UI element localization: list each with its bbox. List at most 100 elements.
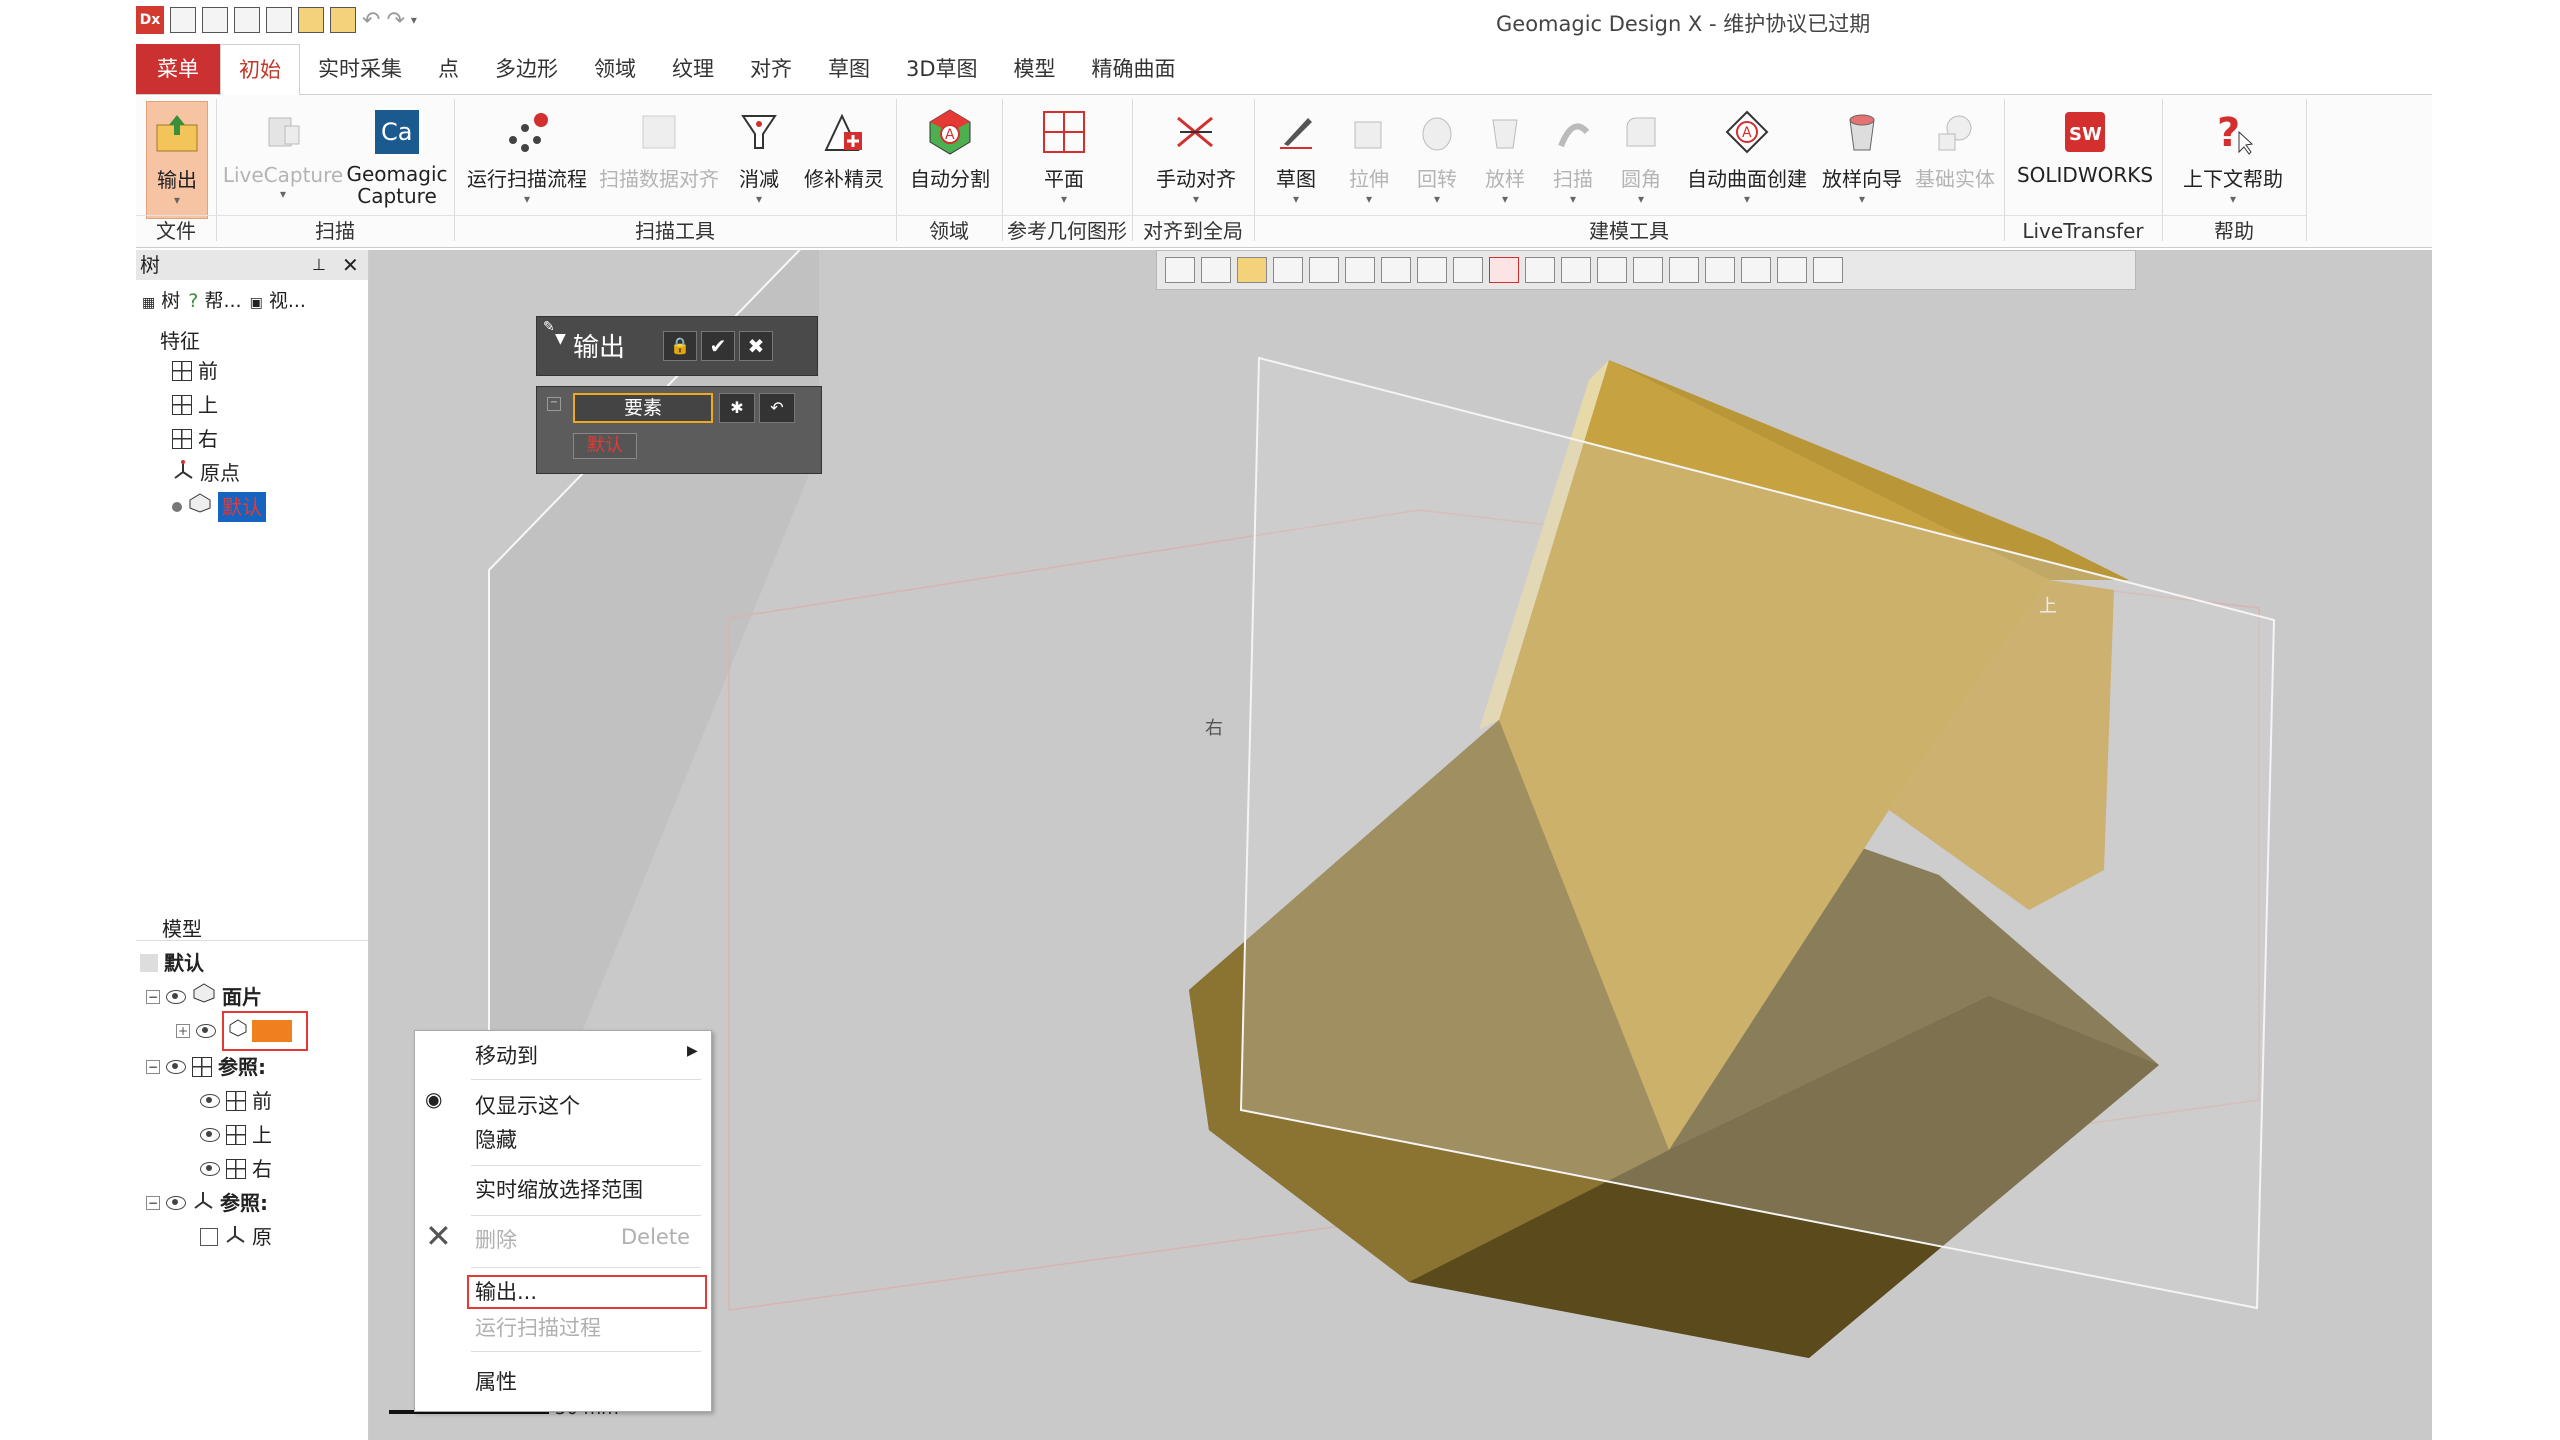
view-cube-icon[interactable] — [1201, 257, 1231, 283]
tab-exact-surface[interactable]: 精确曲面 — [1074, 44, 1194, 94]
tab-model[interactable]: 模型 — [996, 44, 1074, 94]
polygon-select-icon[interactable] — [1561, 257, 1591, 283]
section-view-icon[interactable] — [1273, 257, 1303, 283]
filter-select-icon[interactable] — [1777, 257, 1807, 283]
revolve-button[interactable]: 回转 ▾ — [1404, 101, 1470, 219]
tab-3d-sketch[interactable]: 3D草图 — [888, 44, 996, 94]
ref-points-group[interactable]: − 参照: — [146, 1188, 268, 1218]
menu-move-to[interactable]: 移动到 — [475, 1041, 538, 1071]
menu-hide[interactable]: 隐藏 — [475, 1125, 517, 1155]
rect-select-icon[interactable] — [1489, 257, 1519, 283]
tab-home[interactable]: 初始 — [220, 44, 300, 96]
solidworks-button[interactable]: SW SOLIDWORKS — [2012, 101, 2158, 219]
tab-realtime-capture[interactable]: 实时采集 — [300, 44, 420, 94]
tab-menu[interactable]: 菜单 — [136, 44, 220, 94]
collapse-arrow-icon[interactable]: ▼ — [555, 331, 566, 347]
tab-sketch[interactable]: 草图 — [810, 44, 888, 94]
decimate-button[interactable]: 消减 ▾ — [724, 101, 794, 219]
tab-help[interactable]: ? 帮... — [188, 286, 241, 316]
geomagic-capture-button[interactable]: Ca Geomagic Capture — [344, 101, 450, 219]
qat-dropdown-icon[interactable]: ▾ — [411, 13, 417, 27]
loft-button[interactable]: 放样 ▾ — [1472, 101, 1538, 219]
undo-icon[interactable]: ↶ — [362, 8, 380, 33]
sweep-button[interactable]: 扫描 ▾ — [1540, 101, 1606, 219]
ref-plane-front[interactable]: 前 — [200, 1086, 272, 1116]
plane-button[interactable]: 平面 ▾ — [1016, 101, 1112, 219]
flood-select-icon[interactable] — [1705, 257, 1735, 283]
pin-icon[interactable]: ⊥ — [312, 250, 326, 280]
tab-point[interactable]: 点 — [420, 44, 477, 94]
run-scan-workflow-button[interactable]: 运行扫描流程 ▾ — [462, 101, 592, 219]
dialog-pin-icon[interactable]: ✎ — [543, 319, 555, 335]
top-view-icon[interactable] — [1345, 257, 1375, 283]
manual-align-button[interactable]: 手动对齐 ▾ — [1144, 101, 1248, 219]
cancel-x-icon[interactable]: ✖ — [739, 331, 773, 361]
visibility-select-icon[interactable] — [1813, 257, 1843, 283]
basic-solid-button[interactable]: 基础实体 — [1910, 101, 2000, 219]
confirm-check-icon[interactable]: ✔ — [701, 331, 735, 361]
side-view-icon[interactable] — [1381, 257, 1411, 283]
feature-origin[interactable]: 原点 — [172, 458, 240, 488]
auto-surface-button[interactable]: A 自动曲面创建 ▾ — [1682, 101, 1812, 219]
visibility-eye-icon[interactable] — [196, 1024, 216, 1038]
visibility-eye-icon[interactable] — [166, 1196, 186, 1210]
visibility-eye-icon[interactable] — [200, 1128, 220, 1142]
visibility-eye-icon[interactable] — [200, 1094, 220, 1108]
menu-show-only[interactable]: 仅显示这个 — [475, 1091, 580, 1121]
output-button[interactable]: 输出 ▾ — [146, 101, 208, 219]
model-default[interactable]: 默认 — [140, 948, 204, 978]
ref-origin[interactable]: 原 — [200, 1222, 272, 1252]
tab-tree[interactable]: ▦ 树 — [142, 286, 180, 316]
menu-zoom-selection[interactable]: 实时缩放选择范围 — [475, 1175, 643, 1205]
line-select-icon[interactable] — [1453, 257, 1483, 283]
feature-default[interactable]: 默认 — [172, 492, 266, 522]
paint-select-icon[interactable] — [1669, 257, 1699, 283]
expand-icon[interactable]: + — [176, 1024, 190, 1038]
circle-select-icon[interactable] — [1525, 257, 1555, 283]
visibility-eye-icon[interactable] — [166, 1060, 186, 1074]
tab-region[interactable]: 领域 — [576, 44, 654, 94]
menu-properties[interactable]: 属性 — [475, 1367, 517, 1397]
view-shape-icon[interactable] — [1165, 257, 1195, 283]
extend-select-icon[interactable] — [1741, 257, 1771, 283]
lock-icon[interactable]: 🔒 — [663, 331, 697, 361]
render-mode-icon[interactable] — [1237, 257, 1267, 283]
undo-icon[interactable]: ↶ — [759, 393, 795, 423]
front-view-icon[interactable] — [1309, 257, 1339, 283]
auto-segment-button[interactable]: A 自动分割 — [902, 101, 998, 219]
feature-top[interactable]: 上 — [172, 390, 218, 420]
mesh-item[interactable]: + — [176, 1011, 308, 1051]
freehand-select-icon[interactable] — [1633, 257, 1663, 283]
fillet-button[interactable]: 圆角 ▾ — [1608, 101, 1674, 219]
asterisk-icon[interactable]: ✱ — [719, 393, 755, 423]
close-panel-icon[interactable]: ✕ — [342, 250, 359, 280]
feature-right[interactable]: 右 — [172, 424, 218, 454]
menu-run-scan[interactable]: 运行扫描过程 — [475, 1313, 601, 1343]
checkbox[interactable] — [200, 1228, 218, 1246]
open-folder-icon[interactable] — [298, 7, 324, 33]
redo-icon[interactable]: ↷ — [386, 8, 404, 33]
menu-export[interactable]: 输出... — [475, 1277, 537, 1307]
export-icon[interactable] — [266, 7, 292, 33]
collapse-icon[interactable]: − — [146, 990, 160, 1004]
scan-data-align-button[interactable]: 扫描数据对齐 — [596, 101, 722, 219]
loft-wizard-button[interactable]: 放样向导 ▾ — [1816, 101, 1908, 219]
tab-view[interactable]: ▣ 视... — [250, 286, 306, 316]
context-help-button[interactable]: ? 上下文帮助 ▾ — [2168, 101, 2298, 219]
align-view-icon[interactable] — [1417, 257, 1447, 283]
new-file-icon[interactable] — [170, 7, 196, 33]
ref-plane-right[interactable]: 右 — [200, 1154, 272, 1184]
healing-wizard-button[interactable]: 修补精灵 — [796, 101, 892, 219]
folder-icon[interactable] — [330, 7, 356, 33]
sketch-button[interactable]: 草图 ▾ — [1260, 101, 1332, 219]
visibility-eye-icon[interactable] — [166, 990, 186, 1004]
tab-texture[interactable]: 纹理 — [654, 44, 732, 94]
app-logo-icon[interactable]: Dx — [136, 6, 164, 34]
visibility-eye-icon[interactable] — [200, 1162, 220, 1176]
mesh-group[interactable]: − 面片 — [146, 982, 262, 1012]
livecapture-button[interactable]: LiveCapture ▾ — [223, 101, 343, 219]
save-icon[interactable] — [234, 7, 260, 33]
feature-front[interactable]: 前 — [172, 356, 218, 386]
menu-delete[interactable]: 删除 — [475, 1225, 517, 1255]
selected-element-default[interactable]: 默认 — [573, 433, 637, 459]
